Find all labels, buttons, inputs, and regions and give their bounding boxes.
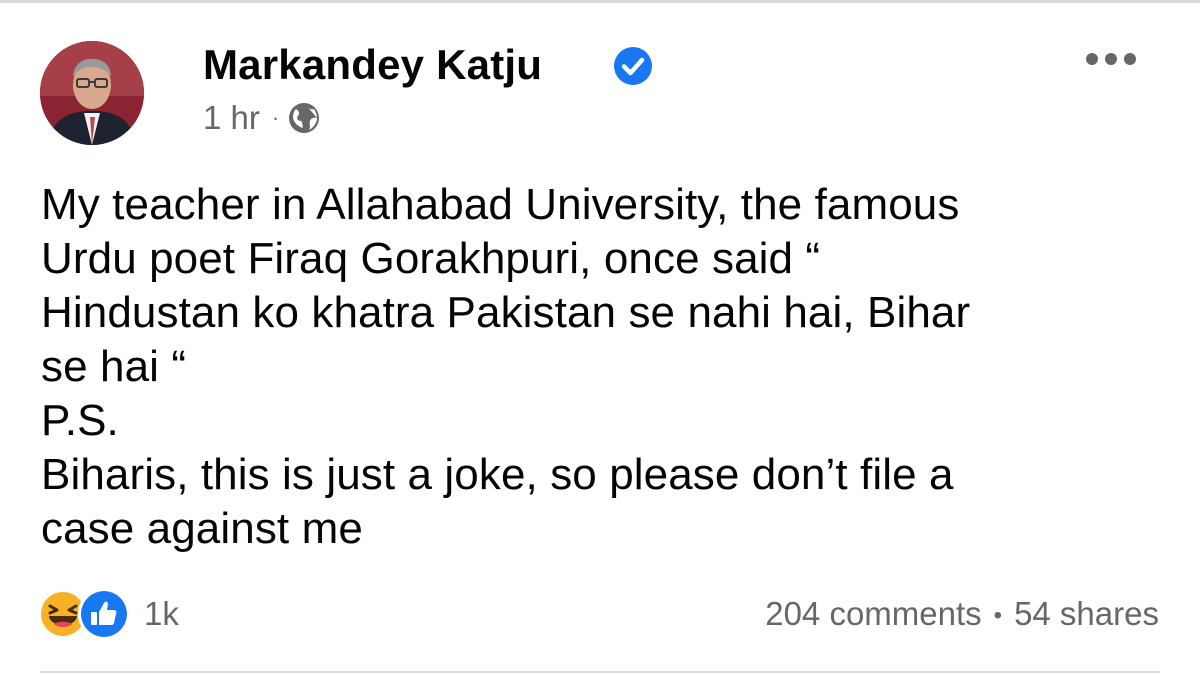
engagement-stats: 204 comments • 54 shares (765, 594, 1159, 636)
reaction-count: 1k (144, 595, 179, 632)
post-body: My teacher in Allahabad University, the … (41, 178, 1181, 556)
like-reaction-icon (78, 588, 130, 640)
more-options-icon[interactable] (1084, 49, 1138, 69)
reactions-summary[interactable]: 1k (40, 588, 179, 640)
post-meta: 1 hr · (203, 98, 321, 138)
avatar[interactable] (40, 41, 144, 145)
verified-badge-icon (614, 47, 652, 85)
post-line: Biharis, this is just a joke, so please … (41, 450, 954, 499)
post-line: Hindustan ko khatra Pakistan se nahi hai… (41, 288, 971, 337)
post-line: se hai “ (41, 342, 187, 391)
facebook-post: Markandey Katju 1 hr · My teacher in All… (0, 0, 1200, 675)
post-line: Urdu poet Firaq Gorakhpuri, once said “ (41, 234, 821, 283)
stats-separator: • (993, 602, 1003, 630)
globe-icon[interactable] (287, 101, 321, 135)
post-line: case against me (41, 504, 363, 553)
post-timestamp[interactable]: 1 hr (203, 99, 260, 137)
shares-count[interactable]: 54 shares (1014, 595, 1159, 632)
divider (40, 671, 1160, 673)
post-line: P.S. (41, 396, 119, 445)
comments-count[interactable]: 204 comments (765, 595, 981, 632)
post-line: My teacher in Allahabad University, the … (41, 180, 960, 229)
author-name[interactable]: Markandey Katju (203, 41, 542, 89)
meta-separator: · (271, 105, 280, 130)
